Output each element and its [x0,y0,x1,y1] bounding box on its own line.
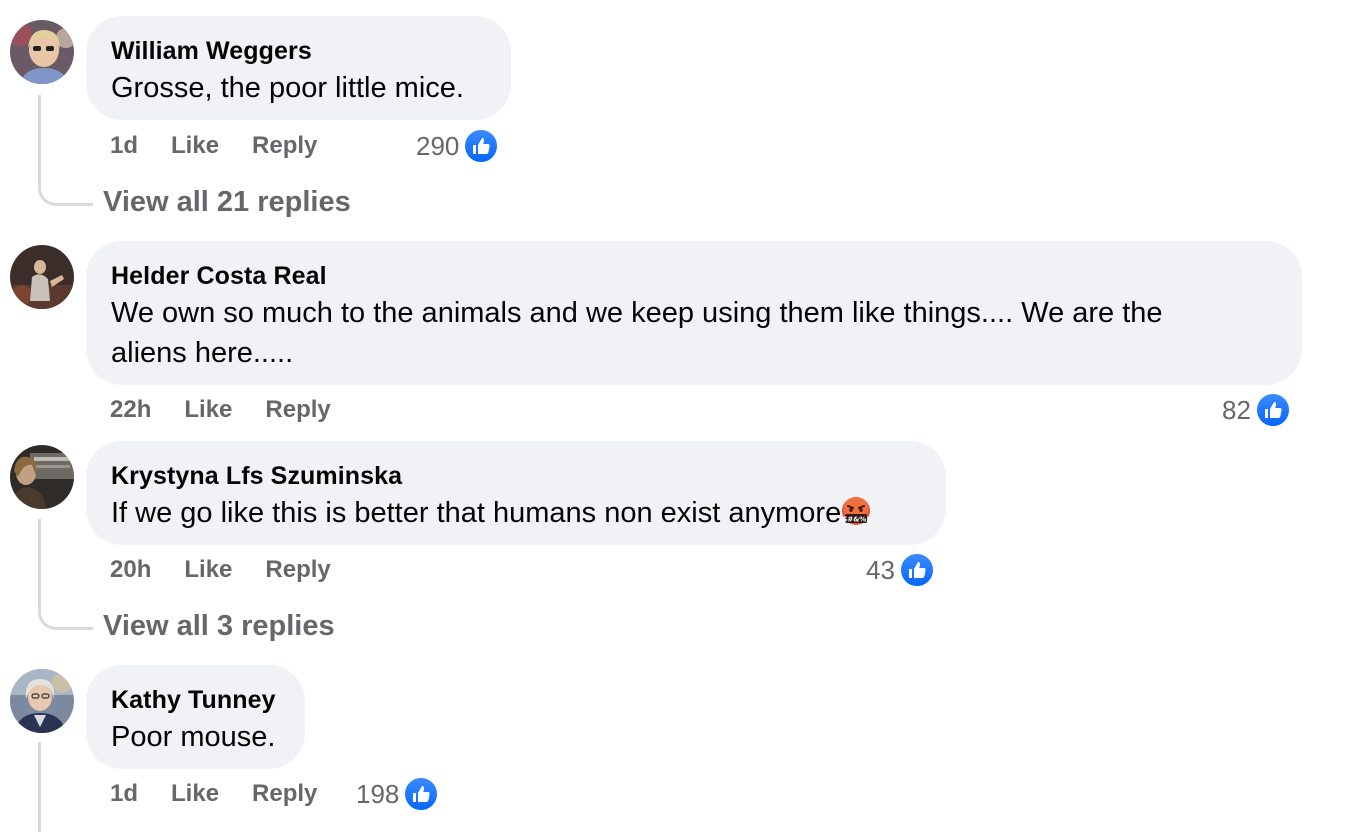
comment-time[interactable]: 20h [110,556,151,584]
reply-thread-line [38,95,93,206]
comment-time[interactable]: 1d [110,132,138,160]
thumbs-up-icon [1254,392,1291,428]
thumbs-up-icon [898,552,935,588]
comment-text: If we go like this is better that humans… [111,493,922,533]
reaction-count: 82 [1222,394,1251,425]
comment-bubble: Helder Costa Real We own so much to the … [86,241,1302,385]
reaction-summary[interactable]: 82 [1222,392,1291,428]
like-button[interactable]: Like [184,556,232,584]
comment-actions: 20h Like Reply [110,552,364,588]
comment-author[interactable]: Kathy Tunney [111,685,281,715]
reaction-summary[interactable]: 290 [416,128,500,164]
comment-text-body: If we go like this is better that humans… [111,497,842,529]
like-button[interactable]: Like [171,132,219,160]
comment-actions: 1d Like Reply [110,776,350,812]
view-replies-link[interactable]: View all 21 replies [103,184,351,220]
reply-thread-line [38,519,93,630]
comment-bubble: Krystyna Lfs Szuminska If we go like thi… [86,441,946,545]
avatar[interactable] [10,20,74,84]
comment-bubble: William Weggers Grosse, the poor little … [86,16,511,120]
face-with-symbols-on-mouth-icon: $#&%! [841,496,871,526]
reaction-summary[interactable]: 198 [356,776,440,812]
reply-button[interactable]: Reply [265,556,330,584]
reply-button[interactable]: Reply [265,396,330,424]
avatar[interactable] [10,445,74,509]
comment-time[interactable]: 1d [110,780,138,808]
comment-actions: 22h Like Reply [110,392,364,428]
comment-actions: 1d Like Reply [110,128,350,164]
comment-text-line: We own so much to the animals and we kee… [111,297,1163,329]
reply-thread-line [38,742,41,832]
comment-author[interactable]: Krystyna Lfs Szuminska [111,461,922,491]
avatar[interactable] [10,669,74,733]
comment-text: Poor mouse. [111,721,276,753]
reaction-count: 43 [866,554,895,585]
like-button[interactable]: Like [184,396,232,424]
comments-section: William Weggers Grosse, the poor little … [0,0,1350,832]
reaction-count: 198 [356,778,400,809]
comment-text: Grosse, the poor little mice. [111,72,464,104]
comment-text-line: aliens here..... [111,337,294,369]
reply-button[interactable]: Reply [252,780,317,808]
thumbs-up-icon [403,776,440,812]
reaction-summary[interactable]: 43 [866,552,935,588]
comment-author[interactable]: Helder Costa Real [111,261,1278,291]
comment-time[interactable]: 22h [110,396,151,424]
reply-button[interactable]: Reply [252,132,317,160]
comment-text: We own so much to the animals and we kee… [111,293,1278,373]
reaction-count: 290 [416,130,460,161]
thumbs-up-icon [463,128,500,164]
view-replies-link[interactable]: View all 3 replies [103,608,335,644]
like-button[interactable]: Like [171,780,219,808]
comment-author[interactable]: William Weggers [111,36,487,66]
avatar[interactable] [10,245,74,309]
svg-text:$#&%!: $#&%! [843,516,870,524]
comment-bubble: Kathy Tunney Poor mouse. [86,665,305,769]
